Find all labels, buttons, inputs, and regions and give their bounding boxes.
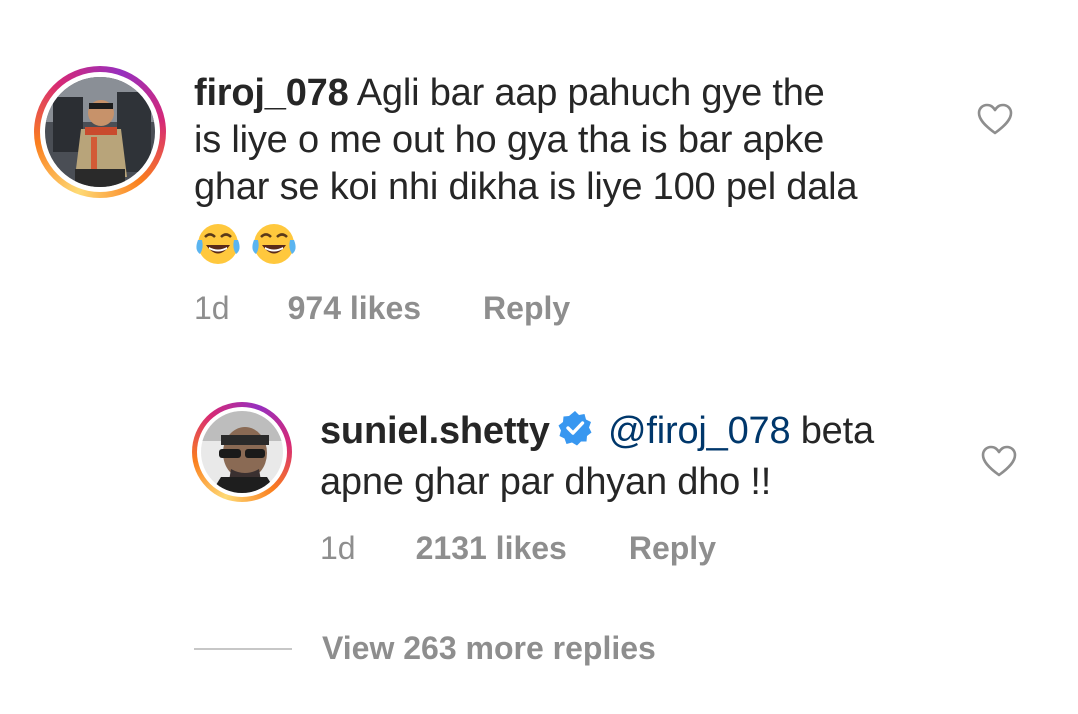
comment-text-line: is liye o me out ho gya tha is bar apke	[194, 119, 825, 161]
timestamp: 1d	[320, 530, 356, 566]
avatar-ring[interactable]	[192, 402, 292, 502]
comment-meta: 1d 974 likes Reply	[194, 290, 570, 327]
reply-body: suniel.shetty @firoj_078 beta apne ghar …	[320, 408, 960, 506]
verified-badge-icon	[556, 409, 594, 459]
likes-count[interactable]: 974 likes	[288, 290, 421, 327]
reply-button[interactable]: Reply	[483, 290, 570, 327]
heart-outline-icon[interactable]	[976, 102, 1014, 136]
divider-line	[194, 647, 292, 650]
likes-count[interactable]: 2131 likes	[416, 530, 567, 567]
heart-outline-icon[interactable]	[980, 444, 1018, 478]
username-link[interactable]: suniel.shetty	[320, 410, 550, 452]
reply-meta: 1d 2131 likes Reply	[320, 530, 716, 567]
view-more-replies-label[interactable]: View 263 more replies	[322, 630, 656, 667]
timestamp: 1d	[194, 290, 230, 326]
mention-link[interactable]: @firoj_078	[608, 410, 791, 452]
emoji-row	[194, 222, 302, 271]
reply-text-line: apne ghar par dhyan dho !!	[320, 461, 772, 503]
reply-button[interactable]: Reply	[629, 530, 716, 567]
comment-text-line: ghar se koi nhi dikha is liye 100 pel da…	[194, 166, 858, 208]
comment-line-1: firoj_078 Agli bar aap pahuch gye the	[194, 70, 974, 117]
comment-text-line: Agli bar aap pahuch gye the	[356, 72, 825, 114]
reply-text: beta	[800, 410, 874, 452]
comment-body: firoj_078 Agli bar aap pahuch gye the is…	[194, 70, 974, 211]
comment-firoj: firoj_078 Agli bar aap pahuch gye the is…	[0, 0, 1078, 360]
reply-suniel: suniel.shetty @firoj_078 beta apne ghar …	[0, 380, 1078, 590]
avatar-firoj[interactable]	[45, 77, 155, 187]
avatar-suniel[interactable]	[201, 411, 283, 493]
laughing-emoji-icon	[194, 222, 242, 271]
laughing-emoji-icon	[250, 222, 298, 271]
avatar-ring[interactable]	[34, 66, 166, 198]
reply-line-1: suniel.shetty @firoj_078 beta	[320, 408, 960, 459]
view-more-replies[interactable]: View 263 more replies	[194, 630, 656, 667]
username-link[interactable]: firoj_078	[194, 72, 349, 114]
